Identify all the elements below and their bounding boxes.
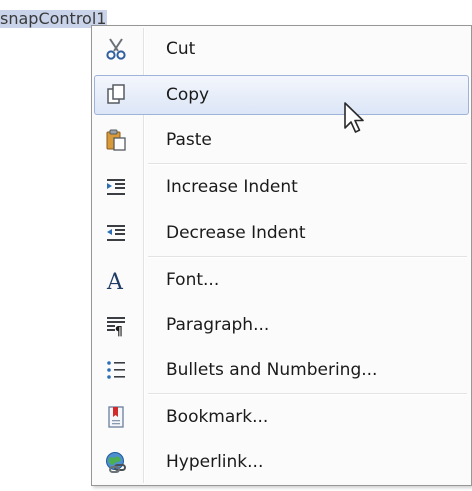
svg-text:A: A <box>106 270 124 292</box>
menu-separator <box>148 163 467 165</box>
menu-item-label: Hyperlink... <box>166 452 264 472</box>
bookmark-icon <box>104 405 128 429</box>
menu-item-label: Bookmark... <box>166 407 269 427</box>
menu-item-copy[interactable]: Copy <box>94 75 469 115</box>
font-icon: A <box>104 268 128 292</box>
menu-item-label: Copy <box>166 85 210 105</box>
menu-item-font[interactable]: A Font... <box>94 260 469 300</box>
menu-item-decrease-indent[interactable]: Decrease Indent <box>94 213 469 253</box>
increase-indent-icon <box>104 175 128 199</box>
menu-item-bookmark[interactable]: Bookmark... <box>94 397 469 437</box>
svg-text:¶: ¶ <box>115 324 123 337</box>
menu-item-label: Font... <box>166 270 220 290</box>
menu-item-bullets-and-numbering[interactable]: Bullets and Numbering... <box>94 350 469 390</box>
paste-icon <box>104 128 128 152</box>
menu-separator <box>148 256 467 258</box>
menu-item-cut[interactable]: Cut <box>94 29 469 69</box>
scissors-icon <box>104 37 128 61</box>
decrease-indent-icon <box>104 221 128 245</box>
hyperlink-icon <box>104 450 128 474</box>
bullets-icon <box>104 358 128 382</box>
mouse-pointer-icon <box>343 101 371 137</box>
menu-item-paragraph[interactable]: ¶ Paragraph... <box>94 305 469 345</box>
menu-item-hyperlink[interactable]: Hyperlink... <box>94 442 469 482</box>
menu-item-paste[interactable]: Paste <box>94 120 469 160</box>
menu-item-label: Paste <box>166 130 212 150</box>
menu-item-label: Increase Indent <box>166 177 298 197</box>
screen: snapControl1 Cut Copy Paste Increase Ind… <box>0 0 472 491</box>
menu-item-increase-indent[interactable]: Increase Indent <box>94 167 469 207</box>
copy-icon <box>104 83 128 107</box>
menu-separator <box>148 393 467 395</box>
menu-item-label: Decrease Indent <box>166 223 306 243</box>
context-menu: Cut Copy Paste Increase Indent Decrease … <box>91 25 472 486</box>
menu-item-label: Cut <box>166 39 196 59</box>
menu-item-label: Bullets and Numbering... <box>166 360 378 380</box>
menu-item-label: Paragraph... <box>166 315 270 335</box>
paragraph-icon: ¶ <box>104 313 128 337</box>
